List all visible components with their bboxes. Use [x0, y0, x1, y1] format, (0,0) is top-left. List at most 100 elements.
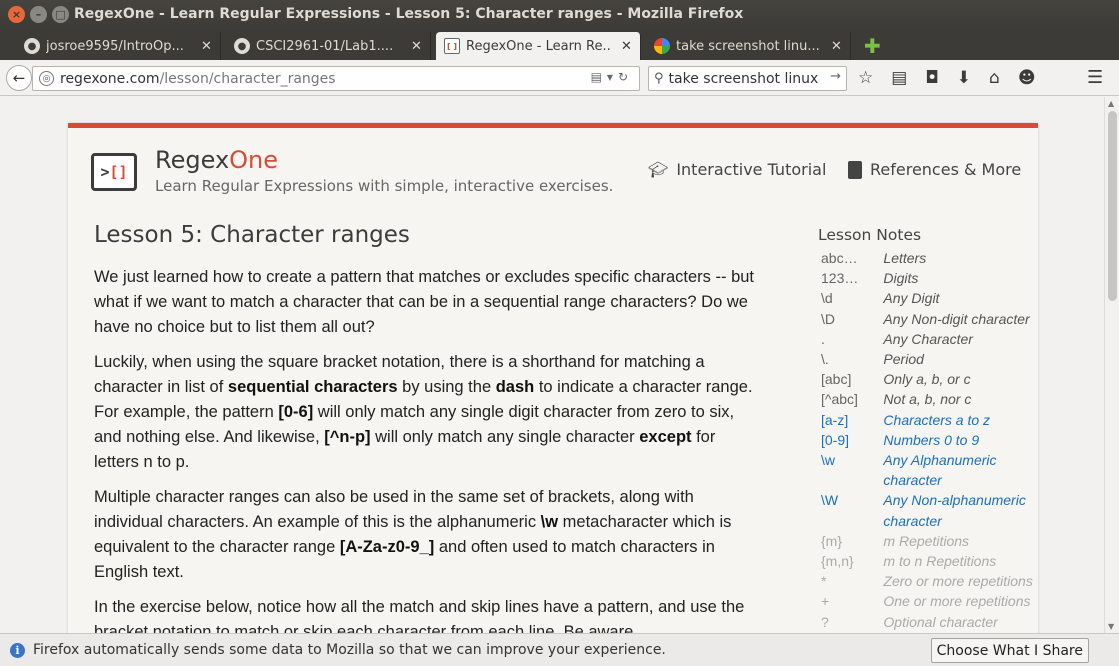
minimize-window-button[interactable]: – [30, 6, 47, 23]
lesson-note-item: 123… Digits [818, 268, 1038, 288]
lesson-note-item: + One or more repetitions [818, 591, 1038, 611]
choose-what-i-share-button[interactable]: Choose What I Share [930, 638, 1089, 663]
regexone-logo[interactable]: >[] [91, 153, 137, 191]
close-tab-icon[interactable]: ✕ [411, 39, 422, 54]
close-window-button[interactable]: × [8, 6, 25, 23]
lesson-notes: Lesson Notes abc… Letters 123… Digits \d Any … [818, 226, 1038, 632]
lesson-note-item: {m,n} m to n Repetitions [818, 551, 1038, 571]
tab-google-search[interactable]: take screenshot linu... ✕ [646, 32, 851, 60]
note-code: [0-9] [821, 431, 850, 448]
lesson-note-item: \W Any Non-alphanumeric character [818, 490, 1038, 530]
lesson-note-item: \d Any Digit [818, 288, 1038, 308]
site-brand[interactable]: RegexOne [155, 146, 278, 174]
new-tab-button[interactable]: ✚ [864, 34, 881, 58]
note-code: + [821, 593, 830, 610]
note-description: Numbers 0 to 9 [883, 431, 980, 448]
home-icon[interactable]: ⌂ [989, 68, 1000, 88]
lesson-title: Lesson 5: Character ranges [94, 222, 410, 248]
google-icon [654, 38, 670, 54]
note-code: \D [821, 310, 835, 327]
reload-icon[interactable]: ↻ [618, 70, 633, 84]
tab-github-lab1[interactable]: ● CSCI2961-01/Lab1.... ✕ [226, 32, 431, 60]
close-tab-icon[interactable]: ✕ [621, 39, 632, 54]
url-bar[interactable]: ◎ regexone.com/lesson/character_ranges ▤… [32, 66, 640, 91]
info-icon: i [10, 642, 25, 658]
reading-list-icon[interactable]: ▤ [891, 68, 907, 88]
dropdown-arrow-icon[interactable]: ▾ [607, 70, 618, 84]
regexone-icon: [ ] [444, 38, 460, 54]
note-description: Any Non-digit character [883, 310, 1030, 327]
tab-github-introop[interactable]: ● josroe9595/IntroOp... ✕ [16, 32, 221, 60]
vertical-scrollbar[interactable]: ▲ ▼ [1104, 97, 1119, 633]
navigation-toolbar: ← ◎ regexone.com/lesson/character_ranges… [0, 60, 1119, 96]
notification-text: Firefox automatically sends some data to… [33, 642, 666, 658]
github-icon: ● [234, 38, 250, 54]
note-description: Optional character [883, 613, 998, 630]
lesson-note-item: abc… Letters [818, 248, 1038, 268]
references-link[interactable]: References & More [848, 160, 1021, 179]
note-description: Characters a to z [883, 411, 991, 428]
notification-bar: i Firefox automatically sends some data … [0, 633, 1119, 666]
note-code: * [821, 573, 827, 590]
scroll-thumb[interactable] [1108, 111, 1117, 301]
tab-regexone[interactable]: [ ] RegexOne - Learn Re... ✕ [436, 32, 641, 60]
maximize-window-button[interactable]: □ [52, 6, 69, 23]
tab-title: take screenshot linu... [676, 38, 820, 54]
globe-icon: ◎ [39, 71, 54, 86]
search-value: take screenshot linux [668, 70, 819, 87]
note-code: \w [821, 452, 835, 469]
graduation-cap-icon: 🎓︎ [648, 160, 669, 179]
note-code: 123… [821, 270, 859, 287]
close-tab-icon[interactable]: ✕ [201, 39, 212, 54]
paragraph-2: Luckily, when using the square bracket n… [94, 353, 753, 471]
lesson-note-item: ? Optional character [818, 612, 1038, 632]
chat-icon[interactable]: ☻ [1018, 68, 1036, 88]
tab-title: josroe9595/IntroOp... [46, 38, 184, 54]
book-icon [848, 160, 862, 179]
search-input[interactable]: ⚲ take screenshot linux → [648, 66, 847, 91]
download-icon[interactable]: ⬇ [957, 68, 971, 88]
paragraph-4: In the exercise below, notice how all th… [94, 598, 745, 633]
interactive-tutorial-link[interactable]: 🎓︎ Interactive Tutorial [648, 160, 826, 179]
close-tab-icon[interactable]: ✕ [831, 39, 842, 54]
note-description: Any Character [883, 330, 973, 347]
pocket-icon[interactable]: ◘ [925, 68, 938, 88]
note-code: {m,n} [821, 553, 854, 570]
title-bar: × – □ RegexOne - Learn Regular Expressio… [0, 0, 1119, 30]
note-description: One or more repetitions [883, 593, 1031, 610]
page-viewport: >[] RegexOne Learn Regular Expressions w… [0, 97, 1104, 633]
note-description: Digits [883, 270, 919, 287]
lesson-note-item: . Any Character [818, 329, 1038, 349]
note-description: Not a, b, nor c [883, 391, 972, 408]
site-tagline: Learn Regular Expressions with simple, i… [155, 177, 614, 195]
brand-accent: One [229, 146, 279, 174]
note-code: \W [821, 492, 839, 509]
tab-title: CSCI2961-01/Lab1.... [256, 38, 394, 54]
note-description: Zero or more repetitions [883, 573, 1033, 590]
scroll-down-icon[interactable]: ▼ [1108, 622, 1114, 631]
note-code: [abc] [821, 371, 852, 388]
back-button[interactable]: ← [6, 65, 32, 91]
scroll-up-icon[interactable]: ▲ [1108, 99, 1114, 108]
bookmark-star-icon[interactable]: ☆ [858, 68, 873, 88]
url-path: /lesson/character_ranges [159, 70, 336, 87]
brand-main: Regex [155, 146, 230, 174]
note-code: [^abc] [821, 391, 858, 408]
search-go-icon[interactable]: → [830, 69, 841, 84]
note-code: abc… [821, 250, 858, 266]
note-code: \. [821, 351, 829, 368]
references-link-label: References & More [870, 160, 1022, 179]
lesson-note-item: [0-9] Numbers 0 to 9 [818, 430, 1038, 450]
lesson-note-item: [^abc] Not a, b, nor c [818, 389, 1038, 409]
lesson-note-item: [a-z] Characters a to z [818, 410, 1038, 430]
note-description: Period [883, 351, 924, 368]
lesson-note-item: * Zero or more repetitions [818, 571, 1038, 591]
note-description: m to n Repetitions [883, 553, 997, 570]
note-description: Only a, b, or c [883, 371, 971, 388]
tutorial-link-label: Interactive Tutorial [676, 160, 827, 179]
tab-strip: ● josroe9595/IntroOp... ✕ ● CSCI2961-01/… [0, 30, 1119, 60]
reader-view-icon[interactable]: ▤ [591, 70, 607, 84]
menu-icon[interactable]: ☰ [1087, 67, 1103, 88]
note-description: Any Alphanumeric character [883, 452, 997, 489]
note-code: {m} [821, 532, 843, 549]
